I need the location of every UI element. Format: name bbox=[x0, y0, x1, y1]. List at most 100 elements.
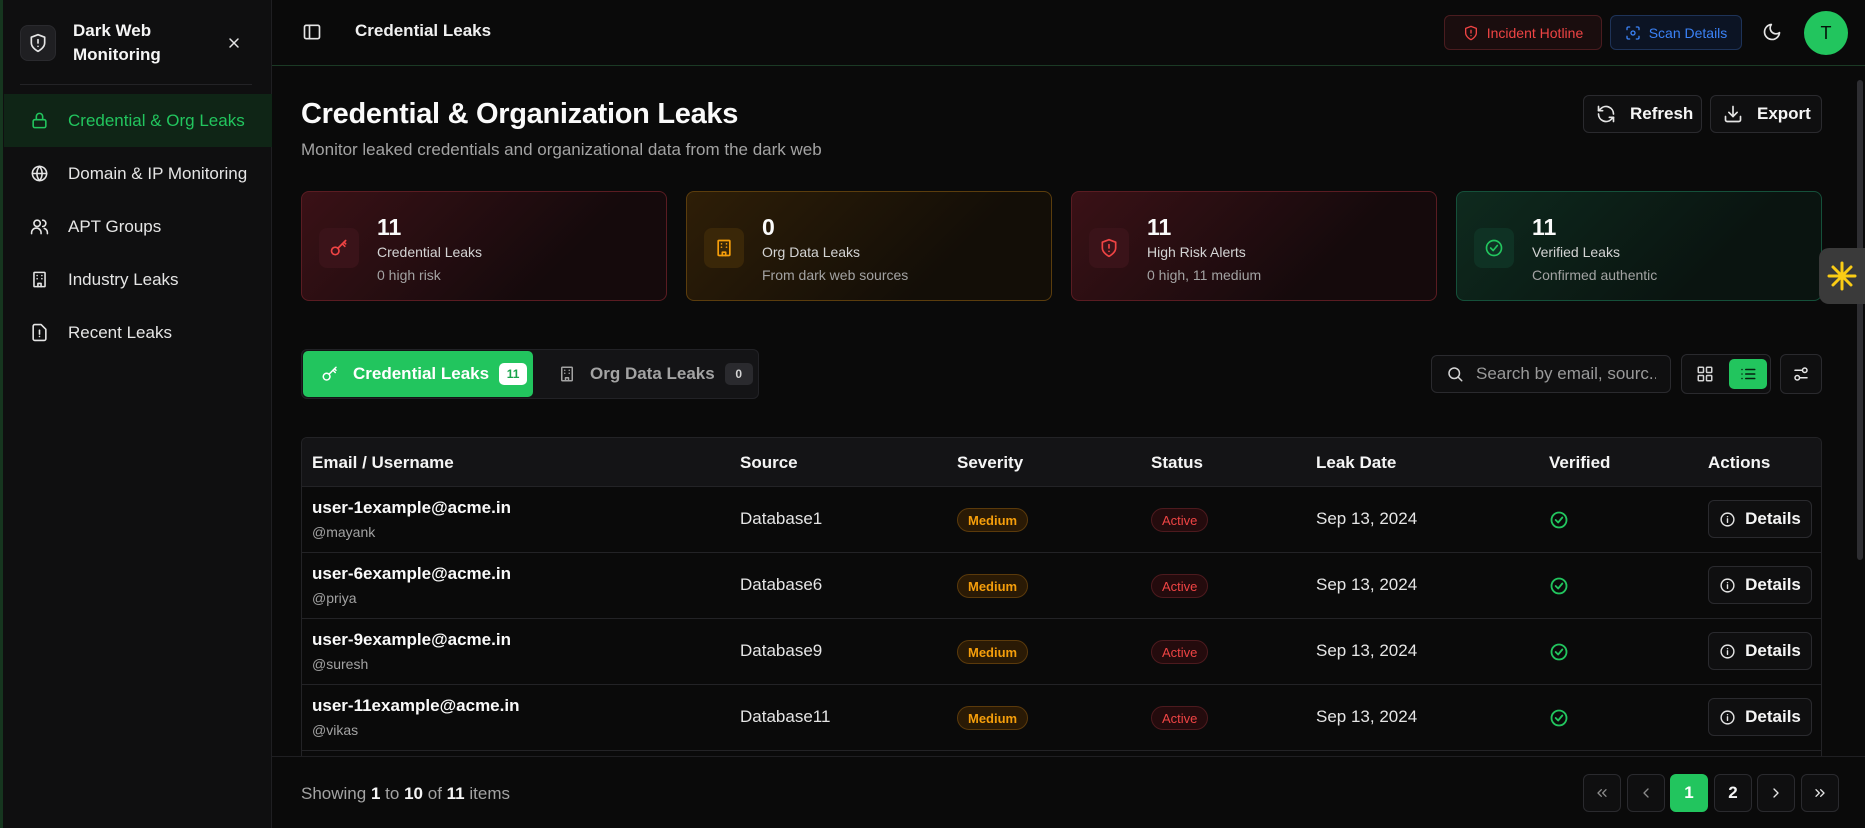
building-icon bbox=[561, 366, 573, 382]
details-label: Details bbox=[1745, 707, 1801, 726]
tab-credential-leaks[interactable]: Credential Leaks 11 bbox=[303, 351, 533, 397]
sidebar-nav: Credential & Org Leaks Domain & IP Monit… bbox=[4, 94, 272, 359]
search-box bbox=[1431, 355, 1671, 393]
next-page-button[interactable] bbox=[1757, 774, 1795, 812]
sidebar-item-recent-leaks[interactable]: Recent Leaks bbox=[4, 306, 272, 359]
severity-badge: Medium bbox=[957, 640, 1029, 664]
showing-items-word: items bbox=[469, 784, 510, 803]
leak-email: user-6example@acme.in bbox=[312, 564, 511, 583]
details-label: Details bbox=[1745, 575, 1801, 594]
users-icon bbox=[28, 216, 50, 238]
page-1-button[interactable]: 1 bbox=[1670, 774, 1708, 812]
previous-page-button[interactable] bbox=[1627, 774, 1665, 812]
page-subtitle: Monitor leaked credentials and organizat… bbox=[301, 140, 822, 159]
stat-value: 11 bbox=[377, 214, 402, 240]
first-page-button[interactable] bbox=[1583, 774, 1621, 812]
sidebar-item-label: APT Groups bbox=[68, 216, 162, 236]
sidebar-header: Dark Web Monitoring bbox=[20, 19, 252, 67]
details-button[interactable]: Details bbox=[1708, 500, 1812, 538]
table-row[interactable]: user-9example@acme.in @suresh Database9 … bbox=[302, 619, 1821, 685]
last-page-button[interactable] bbox=[1801, 774, 1839, 812]
info-icon bbox=[1720, 709, 1735, 725]
stat-subtext: Confirmed authentic bbox=[1532, 267, 1658, 283]
top-bar: Credential Leaks Incident Hotline Scan D… bbox=[272, 0, 1865, 66]
tab-count-badge: 0 bbox=[724, 363, 753, 385]
details-button[interactable]: Details bbox=[1708, 566, 1812, 604]
incident-hotline-label: Incident Hotline bbox=[1486, 24, 1584, 41]
stat-card-credential-leaks: 11 Credential Leaks 0 high risk bbox=[301, 191, 667, 301]
sidebar-item-apt-groups[interactable]: APT Groups bbox=[4, 200, 272, 253]
showing-total: 11 bbox=[446, 784, 465, 803]
sidebar-item-credential-org-leaks[interactable]: Credential & Org Leaks bbox=[4, 94, 272, 147]
column-header-email[interactable]: Email / Username bbox=[312, 453, 454, 473]
filter-settings-button[interactable] bbox=[1780, 354, 1822, 394]
export-button[interactable]: Export bbox=[1710, 95, 1822, 133]
leak-source: Database6 bbox=[740, 575, 823, 594]
stat-card-verified-leaks: 11 Verified Leaks Confirmed authentic bbox=[1456, 191, 1822, 301]
refresh-button[interactable]: Refresh bbox=[1583, 95, 1702, 133]
showing-to-word: to bbox=[385, 784, 400, 803]
sidebar-item-label: Recent Leaks bbox=[68, 322, 172, 342]
moon-icon[interactable] bbox=[1762, 22, 1784, 44]
details-button[interactable]: Details bbox=[1708, 698, 1812, 736]
incident-hotline-button[interactable]: Incident Hotline bbox=[1444, 15, 1602, 50]
scan-details-label: Scan Details bbox=[1648, 24, 1728, 41]
verified-check-icon bbox=[1550, 709, 1568, 727]
search-input[interactable] bbox=[1476, 364, 1656, 384]
stat-value: 11 bbox=[1147, 214, 1172, 240]
table-row[interactable]: user-6example@acme.in @priya Database6 M… bbox=[302, 553, 1821, 619]
stat-subtext: From dark web sources bbox=[762, 267, 909, 283]
stat-card-high-risk-alerts: 11 High Risk Alerts 0 high, 11 medium bbox=[1071, 191, 1437, 301]
leak-email: user-1example@acme.in bbox=[312, 498, 511, 517]
verified-check-icon bbox=[1550, 577, 1568, 595]
leak-source: Database1 bbox=[740, 509, 823, 528]
close-sidebar-icon[interactable] bbox=[222, 31, 246, 55]
list-view-button[interactable] bbox=[1729, 359, 1767, 389]
severity-badge: Medium bbox=[957, 574, 1029, 598]
column-header-verified[interactable]: Verified bbox=[1549, 453, 1610, 473]
column-header-status[interactable]: Status bbox=[1151, 453, 1203, 473]
file-alert-icon bbox=[28, 322, 50, 344]
lock-icon bbox=[28, 110, 50, 132]
sidebar-item-domain-ip-monitoring[interactable]: Domain & IP Monitoring bbox=[4, 147, 272, 200]
info-icon bbox=[1720, 577, 1735, 593]
stat-subtext: 0 high, 11 medium bbox=[1147, 267, 1262, 283]
showing-prefix: Showing bbox=[301, 784, 367, 803]
page-2-button[interactable]: 2 bbox=[1714, 774, 1752, 812]
shield-alert-icon bbox=[1089, 228, 1129, 268]
assistant-widget-button[interactable] bbox=[1819, 248, 1865, 304]
column-header-source[interactable]: Source bbox=[740, 453, 798, 473]
sliders-icon bbox=[1794, 367, 1808, 381]
stat-label: High Risk Alerts bbox=[1147, 244, 1246, 260]
details-label: Details bbox=[1745, 509, 1801, 528]
main-scrollbar[interactable] bbox=[1855, 66, 1865, 756]
view-switcher bbox=[1681, 354, 1771, 394]
details-button[interactable]: Details bbox=[1708, 632, 1812, 670]
leak-username: @priya bbox=[312, 590, 357, 606]
tab-count-badge: 11 bbox=[499, 363, 528, 385]
column-header-leak-date[interactable]: Leak Date bbox=[1316, 453, 1396, 473]
grid-view-button[interactable] bbox=[1686, 359, 1724, 389]
avatar[interactable]: T bbox=[1804, 11, 1848, 55]
sidebar-toggle-icon[interactable] bbox=[302, 22, 324, 44]
sidebar-divider bbox=[20, 84, 252, 85]
pagination-summary: Showing 1 to 10 of 11 items bbox=[301, 784, 510, 804]
stat-value: 0 bbox=[762, 214, 775, 240]
table-row[interactable]: user-11example@acme.in @vikas Database11… bbox=[302, 685, 1821, 751]
table-row[interactable]: user-1example@acme.in @mayank Database1 … bbox=[302, 487, 1821, 553]
scrollbar-thumb[interactable] bbox=[1857, 80, 1863, 560]
building-icon bbox=[28, 269, 50, 291]
leak-source: Database9 bbox=[740, 641, 823, 660]
chevrons-right-icon bbox=[1815, 789, 1825, 797]
sidebar: Dark Web Monitoring Credential & Org Lea… bbox=[0, 0, 272, 828]
sidebar-item-industry-leaks[interactable]: Industry Leaks bbox=[4, 253, 272, 306]
tab-label: Credential Leaks bbox=[353, 364, 490, 383]
globe-icon bbox=[28, 163, 50, 185]
scan-details-button[interactable]: Scan Details bbox=[1610, 15, 1742, 50]
column-header-severity[interactable]: Severity bbox=[957, 453, 1023, 473]
breadcrumb: Credential Leaks bbox=[355, 21, 492, 40]
grid-icon bbox=[1697, 366, 1713, 382]
tab-org-data-leaks[interactable]: Org Data Leaks 0 bbox=[556, 351, 756, 397]
stat-value: 11 bbox=[1532, 214, 1557, 240]
page-title: Credential & Organization Leaks bbox=[301, 98, 739, 130]
